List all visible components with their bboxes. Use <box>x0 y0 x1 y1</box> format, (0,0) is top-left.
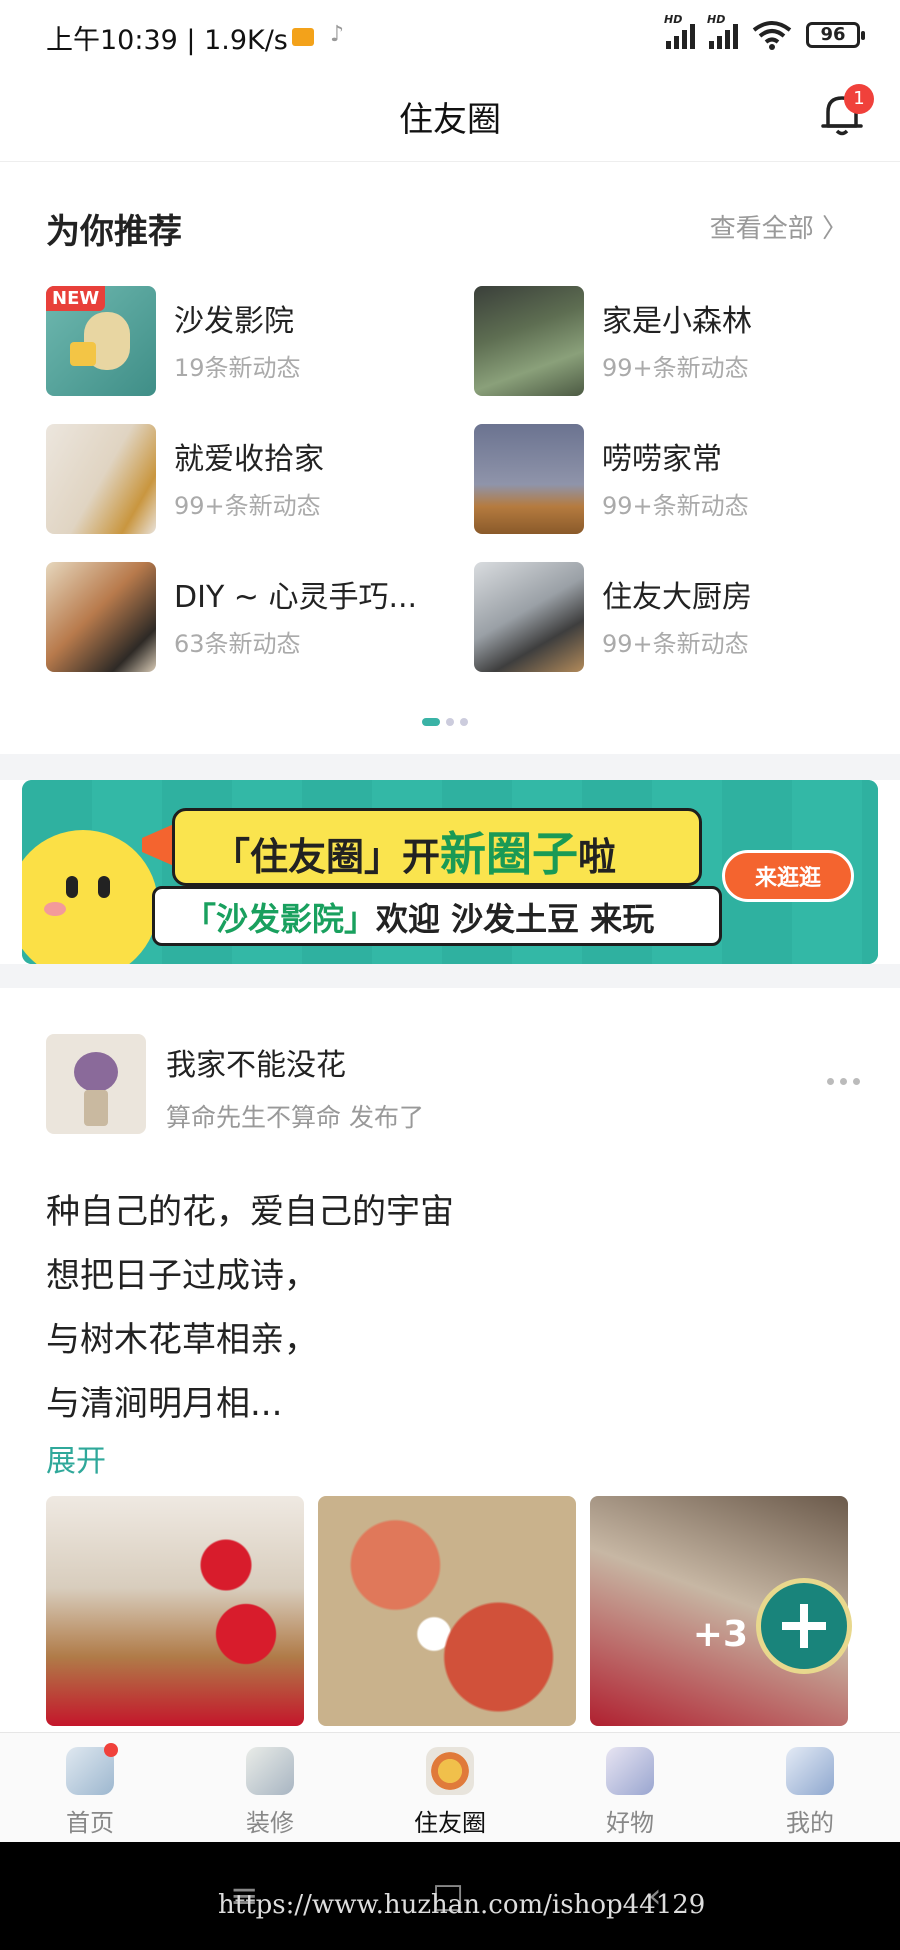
circle-thumbnail <box>474 286 584 396</box>
circle-name: 住友大厨房 <box>602 580 752 615</box>
circle-name: 就爱收拾家 <box>174 442 324 477</box>
post-author[interactable]: 算命先生不算命 发布了 <box>166 1098 424 1134</box>
circle-item-chitchat[interactable]: 唠唠家常 99+条新动态 <box>474 424 874 536</box>
circle-name[interactable]: 我家不能没花 <box>166 1040 346 1084</box>
new-badge: NEW <box>46 286 106 311</box>
create-post-fab-plus-icon[interactable] <box>756 1578 852 1674</box>
circle-item-diy[interactable]: DIY ~ 心灵手巧... 63条新动态 <box>46 562 446 674</box>
tab-goods[interactable]: 好物 <box>540 1733 720 1843</box>
banner-visit-button[interactable]: 来逛逛 <box>722 850 854 902</box>
bottom-tab-bar: 首页 装修 住友圈 好物 我的 <box>0 1732 900 1842</box>
cellular-signal-icon-2: HD <box>707 13 738 49</box>
chevron-right-icon: 〉 <box>821 214 848 244</box>
tab-label: 住友圈 <box>414 1809 486 1837</box>
battery-icon: 96 <box>806 22 865 48</box>
post-photo[interactable] <box>318 1496 576 1726</box>
tab-profile[interactable]: 我的 <box>720 1733 900 1843</box>
section-title: 为你推荐 <box>46 212 182 252</box>
status-bar: 上午10:39 | 1.9K/s ♪ HD HD 96 <box>0 0 900 78</box>
circle-update-count: 63条新动态 <box>174 630 301 658</box>
post-text-line: 想把日子过成诗， <box>46 1256 318 1296</box>
tab-red-dot <box>104 1743 118 1757</box>
more-photos-count: +3 <box>692 1614 748 1655</box>
circle-name: DIY ~ 心灵手巧... <box>174 580 418 615</box>
tab-decoration[interactable]: 装修 <box>180 1733 360 1843</box>
community-icon <box>426 1747 474 1795</box>
circle-name: 家是小森林 <box>602 304 752 339</box>
tab-community[interactable]: 住友圈 <box>360 1733 540 1843</box>
circle-item-small-forest[interactable]: 家是小森林 99+条新动态 <box>474 286 874 398</box>
expand-link[interactable]: 展开 <box>46 1436 106 1480</box>
post-text-line: 种自己的花，爱自己的宇宙 <box>46 1192 454 1232</box>
more-options-icon[interactable] <box>827 1078 860 1085</box>
circle-name: 沙发影院 <box>174 304 294 339</box>
tab-home[interactable]: 首页 <box>0 1733 180 1843</box>
circle-item-sofa-cinema[interactable]: NEW 沙发影院 19条新动态 <box>46 286 446 398</box>
tab-label: 我的 <box>786 1809 834 1837</box>
circle-item-kitchen[interactable]: 住友大厨房 99+条新动态 <box>474 562 874 674</box>
wifi-icon <box>752 21 792 50</box>
recommend-section: 为你推荐 查看全部 〉 NEW 沙发影院 19条新动态 家是小森林 99+条新动… <box>0 162 900 754</box>
tab-label: 好物 <box>606 1809 654 1837</box>
promo-banner[interactable]: 「住友圈」开新圈子啦 「沙发影院」欢迎 沙发土豆 来玩 来逛逛 <box>22 780 878 964</box>
circle-avatar[interactable] <box>46 1034 146 1134</box>
page-title: 住友圈 <box>399 100 501 140</box>
circle-item-tidy-home[interactable]: 就爱收拾家 99+条新动态 <box>46 424 446 536</box>
section-divider <box>0 754 900 780</box>
tab-label: 装修 <box>246 1809 294 1837</box>
banner-subline: 「沙发影院」欢迎 沙发土豆 来玩 <box>184 900 655 938</box>
circle-update-count: 19条新动态 <box>174 354 301 382</box>
watermark-text: https://www.huzhan.com/ishop44129 <box>218 1890 706 1920</box>
circle-thumbnail: NEW <box>46 286 156 396</box>
circle-update-count: 99+条新动态 <box>602 630 749 658</box>
notification-bell-button[interactable]: 1 <box>816 84 874 140</box>
post-photo[interactable] <box>46 1496 304 1726</box>
circle-update-count: 99+条新动态 <box>174 492 321 520</box>
view-all-link[interactable]: 查看全部 〉 <box>710 208 848 245</box>
decoration-icon <box>246 1747 294 1795</box>
tiktok-icon: ♪ <box>330 22 345 47</box>
notification-app-icon <box>292 28 314 46</box>
top-bar: 住友圈 1 <box>0 78 900 162</box>
goods-icon <box>606 1747 654 1795</box>
profile-icon <box>786 1747 834 1795</box>
circle-update-count: 99+条新动态 <box>602 492 749 520</box>
circle-thumbnail <box>46 424 156 534</box>
circle-name: 唠唠家常 <box>602 442 722 477</box>
circle-thumbnail <box>474 424 584 534</box>
circle-thumbnail <box>474 562 584 672</box>
circle-update-count: 99+条新动态 <box>602 354 749 382</box>
cellular-signal-icon: HD <box>664 13 695 49</box>
section-divider <box>0 964 900 988</box>
notification-badge: 1 <box>844 84 874 114</box>
circle-thumbnail <box>46 562 156 672</box>
carousel-indicator <box>422 718 468 726</box>
banner-headline: 「住友圈」开新圈子啦 <box>212 827 617 881</box>
post-text-line: 与树木花草相亲， <box>46 1320 318 1360</box>
status-time: 上午10:39 | 1.9K/s <box>46 25 288 56</box>
post-text-line: 与清涧明月相... <box>46 1384 283 1424</box>
tab-label: 首页 <box>66 1809 114 1837</box>
